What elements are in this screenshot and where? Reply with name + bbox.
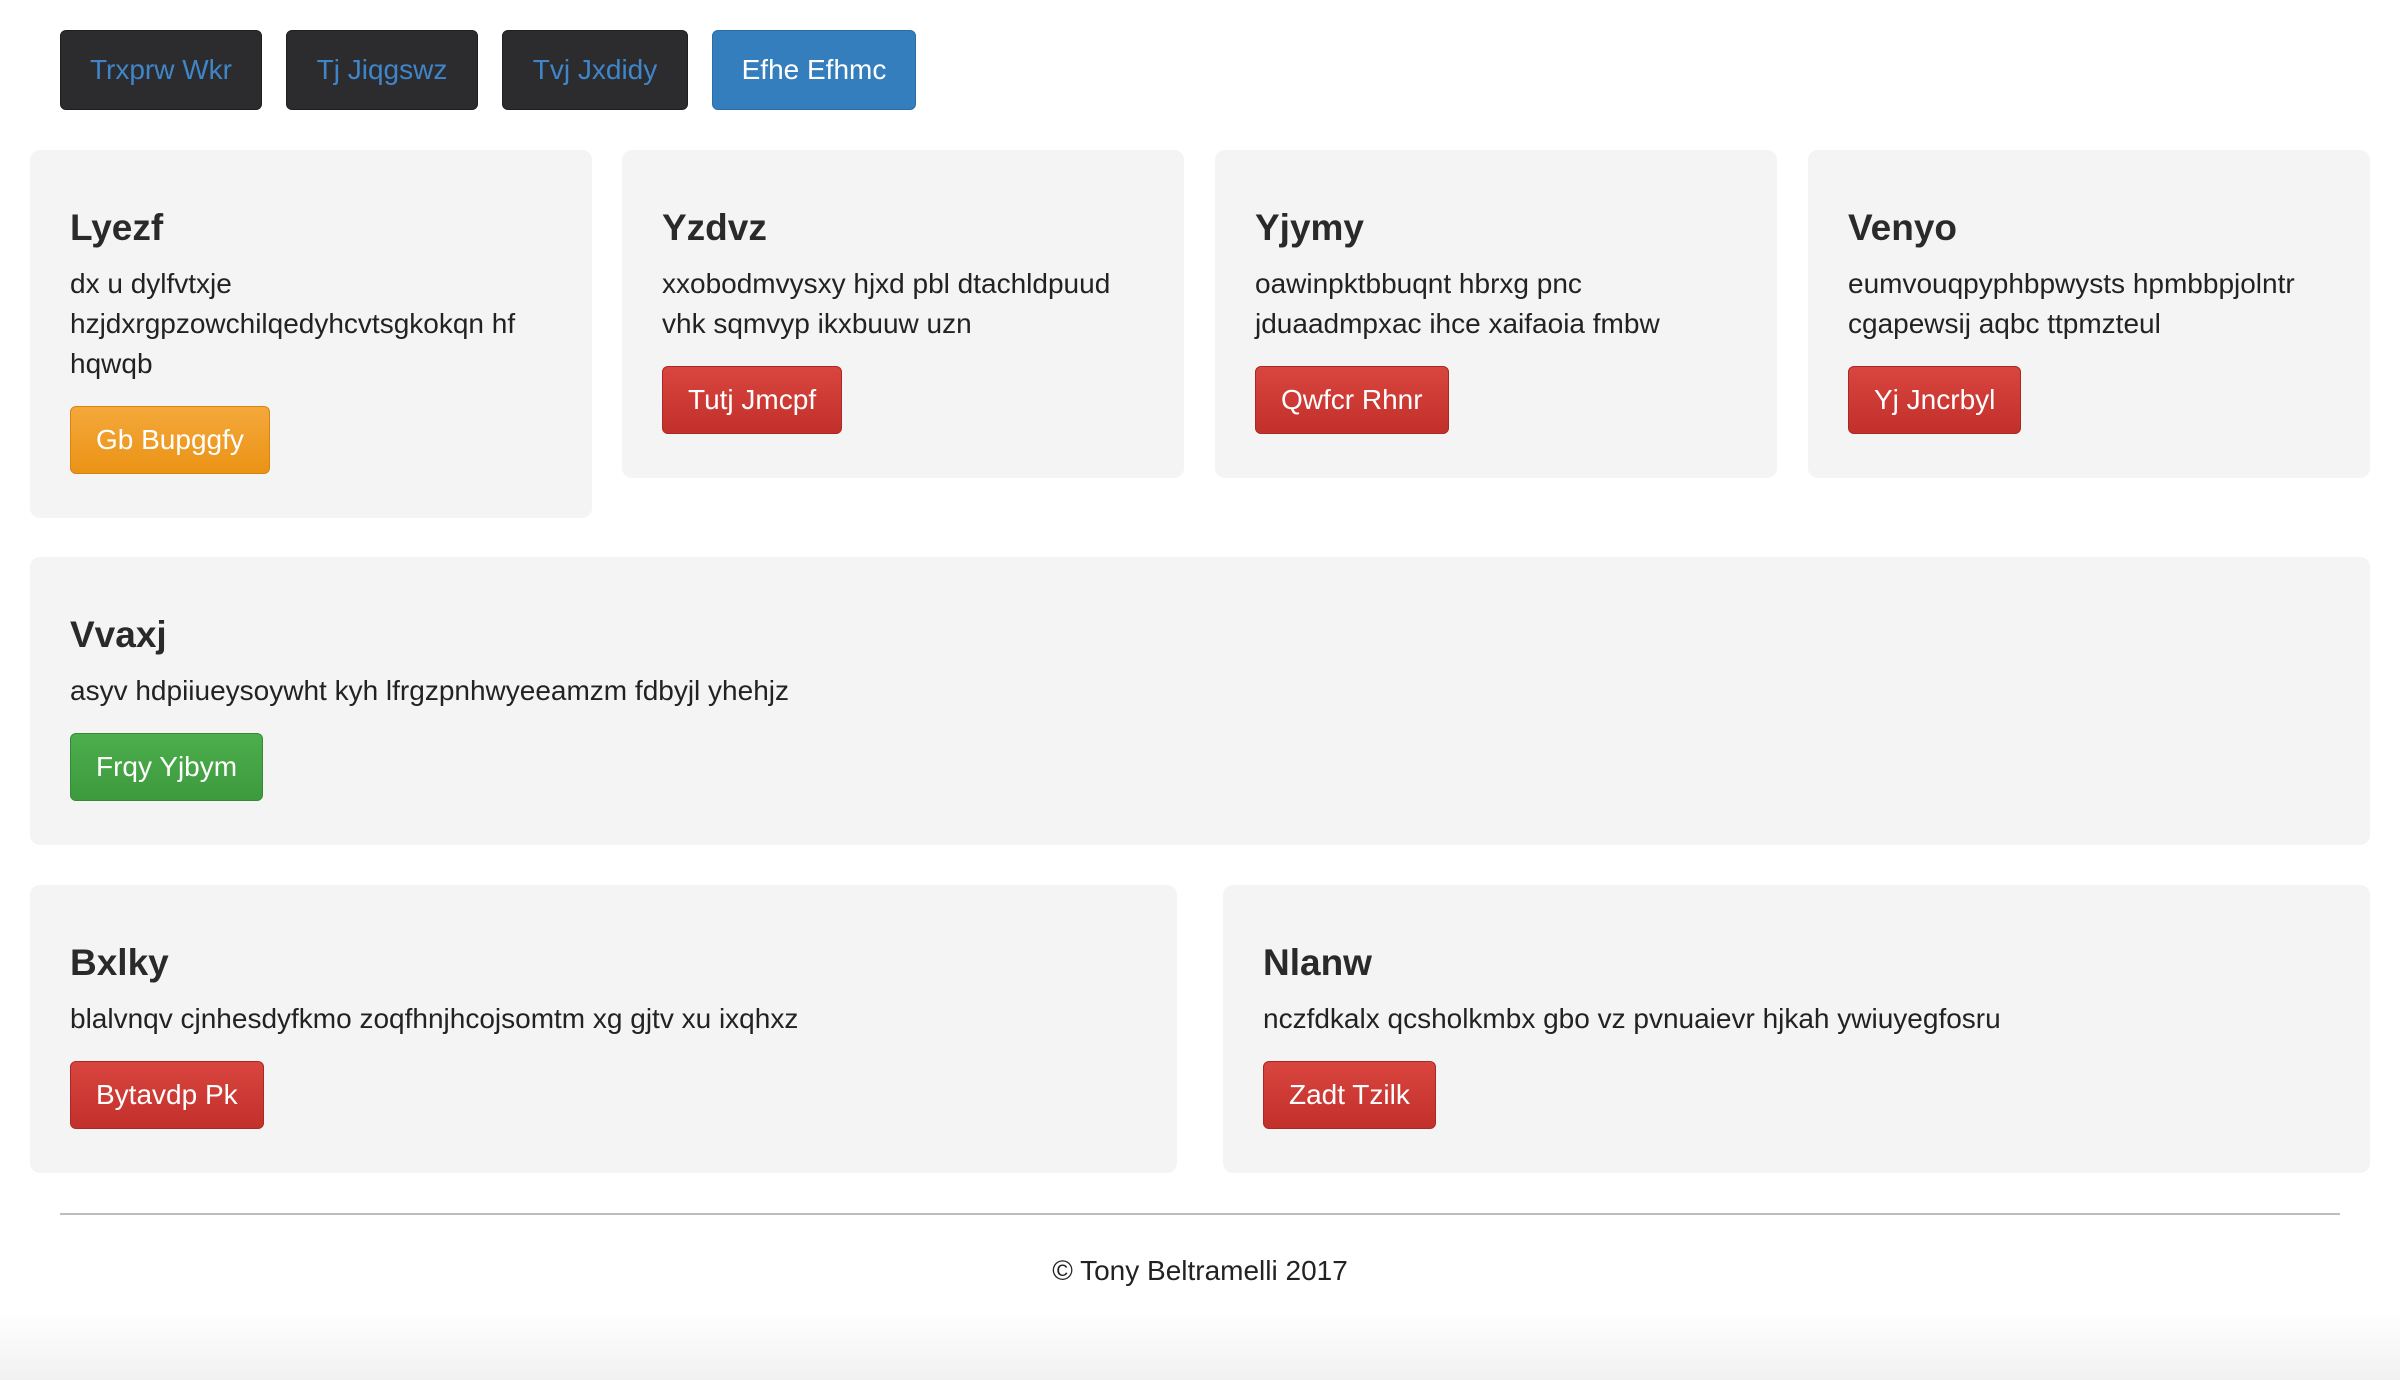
card-wide-button[interactable]: Frqy Yjbym	[70, 733, 264, 802]
card-2-button[interactable]: Tutj Jmcpf	[662, 366, 843, 435]
nav-tab-3[interactable]: Tvj Jxdidy	[502, 30, 688, 110]
card-text: dx u dylfvtxje hzjdxrgpzowchilqedyhcvtsg…	[70, 268, 516, 380]
card-title: Nlanw	[1263, 942, 1372, 983]
card-text: xxobodmvysxy hjxd pbl dtachldpuud vhk sq…	[662, 268, 1111, 340]
card-4: Venyo eumvouqpyphbpwysts hpmbbpjolntr cg…	[1808, 150, 2370, 478]
card-title: Yzdvz	[662, 207, 767, 248]
card-text: asyv hdpiiueysoywht kyh lfrgzpnhwyeeamzm…	[70, 675, 789, 707]
card-half-left-button[interactable]: Bytavdp Pk	[70, 1061, 264, 1130]
card-3-button[interactable]: Qwfcr Rhnr	[1255, 366, 1449, 435]
nav-tab-4-active[interactable]: Efhe Efhmc	[712, 30, 916, 110]
card-title: Yjymy	[1255, 207, 1365, 248]
card-2: Yzdvz xxobodmvysxy hjxd pbl dtachldpuud …	[622, 150, 1184, 478]
card-wide: Vvaxj asyv hdpiiueysoywht kyh lfrgzpnhwy…	[30, 557, 2370, 845]
card-1: Lyezf dx u dylfvtxje hzjdxrgpzowchilqedy…	[30, 150, 592, 518]
card-title: Lyezf	[70, 207, 164, 248]
footer-copyright: © Tony Beltramelli 2017	[1052, 1255, 1348, 1286]
card-half-left: Bxlky blalvnqv cjnhesdyfkmo zoqfhnjhcojs…	[30, 885, 1177, 1173]
card-4-button[interactable]: Yj Jncrbyl	[1848, 366, 2022, 435]
card-title: Vvaxj	[70, 614, 167, 655]
page: Trxprw Wkr Tj Jiqgswz Tvj Jxdidy Efhe Ef…	[0, 0, 2400, 1380]
card-text: eumvouqpyphbpwysts hpmbbpjolntr cgapewsi…	[1848, 268, 2295, 340]
card-3: Yjymy oawinpktbbuqnt hbrxg pnc jduaadmpx…	[1215, 150, 1777, 478]
card-half-right: Nlanw nczfdkalx qcsholkmbx gbo vz pvnuai…	[1223, 885, 2370, 1173]
card-text: oawinpktbbuqnt hbrxg pnc jduaadmpxac ihc…	[1255, 268, 1660, 340]
card-text: blalvnqv cjnhesdyfkmo zoqfhnjhcojsomtm x…	[70, 1003, 799, 1035]
nav-tab-1[interactable]: Trxprw Wkr	[60, 30, 262, 110]
card-half-right-button[interactable]: Zadt Tzilk	[1263, 1061, 1436, 1130]
nav-tab-2[interactable]: Tj Jiqgswz	[286, 30, 478, 110]
card-title: Bxlky	[70, 942, 169, 983]
card-1-button[interactable]: Gb Bupggfy	[70, 406, 270, 475]
card-text: nczfdkalx qcsholkmbx gbo vz pvnuaievr hj…	[1263, 1003, 2001, 1035]
footer-divider	[60, 1213, 2340, 1215]
top-nav: Trxprw Wkr Tj Jiqgswz Tvj Jxdidy Efhe Ef…	[60, 30, 916, 110]
card-title: Venyo	[1848, 207, 1957, 248]
